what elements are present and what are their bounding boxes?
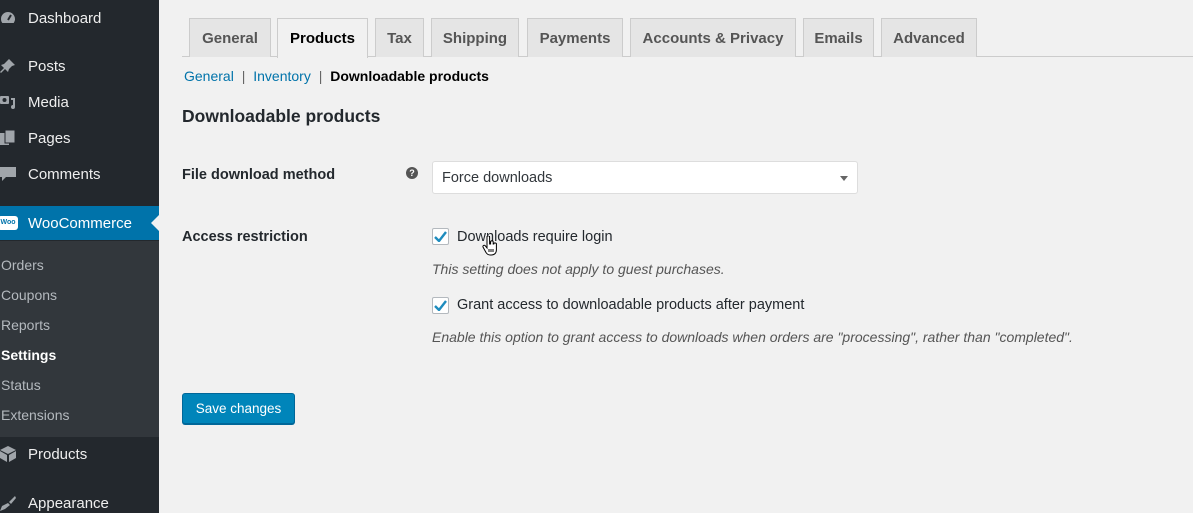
chevron-down-icon <box>840 176 848 181</box>
sidebar-item-label: WooCommerce <box>28 214 132 232</box>
sidebar-item-posts[interactable]: Posts <box>0 49 159 83</box>
section-title: Downloadable products <box>182 106 381 126</box>
sidebar-item-label: Appearance <box>28 494 109 512</box>
sidebar-item-pages[interactable]: Pages <box>0 121 159 155</box>
sidebar-item-appearance[interactable]: Appearance <box>0 486 159 513</box>
file-download-method-label: File download method <box>182 167 336 183</box>
sidebar-item-dashboard[interactable]: Dashboard <box>0 1 159 35</box>
sidebar-item-woocommerce[interactable]: Woo WooCommerce <box>0 206 159 240</box>
subnav-inventory[interactable]: Inventory <box>253 68 311 84</box>
help-icon[interactable]: ? <box>406 167 418 179</box>
comment-icon <box>0 164 18 184</box>
downloads-require-login-label[interactable]: Downloads require login <box>457 229 613 245</box>
active-menu-arrow <box>151 215 159 231</box>
tab-accounts-privacy[interactable]: Accounts & Privacy <box>630 18 796 57</box>
tab-payments[interactable]: Payments <box>527 18 623 57</box>
media-icon <box>0 92 18 112</box>
subnav-current: Downloadable products <box>330 68 489 84</box>
tab-advanced[interactable]: Advanced <box>881 18 977 57</box>
submenu-extensions[interactable]: Extensions <box>1 407 69 423</box>
section-subnav: General | Inventory | Downloadable produ… <box>184 68 489 84</box>
checkmark-icon <box>434 231 447 242</box>
save-changes-button[interactable]: Save changes <box>182 393 295 424</box>
hand-cursor-icon <box>482 236 497 256</box>
tab-shipping[interactable]: Shipping <box>431 18 519 57</box>
woo-icon: Woo <box>0 213 18 233</box>
subnav-general[interactable]: General <box>184 68 234 84</box>
tab-products[interactable]: Products <box>277 18 368 58</box>
pages-icon <box>0 128 18 148</box>
checkmark-icon <box>434 300 447 311</box>
submenu-coupons[interactable]: Coupons <box>1 287 57 303</box>
sidebar-item-label: Pages <box>28 129 71 147</box>
sidebar-item-label: Comments <box>28 165 101 183</box>
tab-tax[interactable]: Tax <box>375 18 424 57</box>
select-value: Force downloads <box>442 169 553 186</box>
woocommerce-submenu: Orders Coupons Reports Settings Status E… <box>0 241 159 437</box>
tab-emails[interactable]: Emails <box>803 18 874 57</box>
sidebar-item-label: Dashboard <box>28 9 102 27</box>
sidebar-item-comments[interactable]: Comments <box>0 157 159 191</box>
submenu-status[interactable]: Status <box>1 377 41 393</box>
subnav-separator: | <box>241 68 246 84</box>
grant-access-after-payment-checkbox[interactable] <box>432 297 449 314</box>
box-icon <box>0 444 18 464</box>
submenu-reports[interactable]: Reports <box>1 317 50 333</box>
admin-sidebar: Dashboard Posts Media Pages Comments Woo… <box>0 0 159 513</box>
access-restriction-label: Access restriction <box>182 229 308 245</box>
sidebar-item-label: Posts <box>28 57 66 75</box>
submenu-settings[interactable]: Settings <box>1 347 56 363</box>
sidebar-item-label: Media <box>28 93 69 111</box>
subnav-separator: | <box>318 68 323 84</box>
pushpin-icon <box>0 56 18 76</box>
tab-general[interactable]: General <box>189 18 271 57</box>
grant-access-after-payment-label[interactable]: Grant access to downloadable products af… <box>457 297 804 313</box>
submenu-orders[interactable]: Orders <box>1 257 44 273</box>
file-download-method-select[interactable]: Force downloads <box>432 161 858 194</box>
dashboard-icon <box>0 8 18 28</box>
sidebar-item-products[interactable]: Products <box>0 437 159 471</box>
downloads-require-login-checkbox[interactable] <box>432 228 449 245</box>
sidebar-item-label: Products <box>28 445 88 463</box>
sidebar-item-media[interactable]: Media <box>0 85 159 119</box>
grant-access-after-payment-description: Enable this option to grant access to do… <box>432 329 1073 345</box>
paintbrush-icon <box>0 493 18 513</box>
downloads-require-login-description: This setting does not apply to guest pur… <box>432 261 725 277</box>
